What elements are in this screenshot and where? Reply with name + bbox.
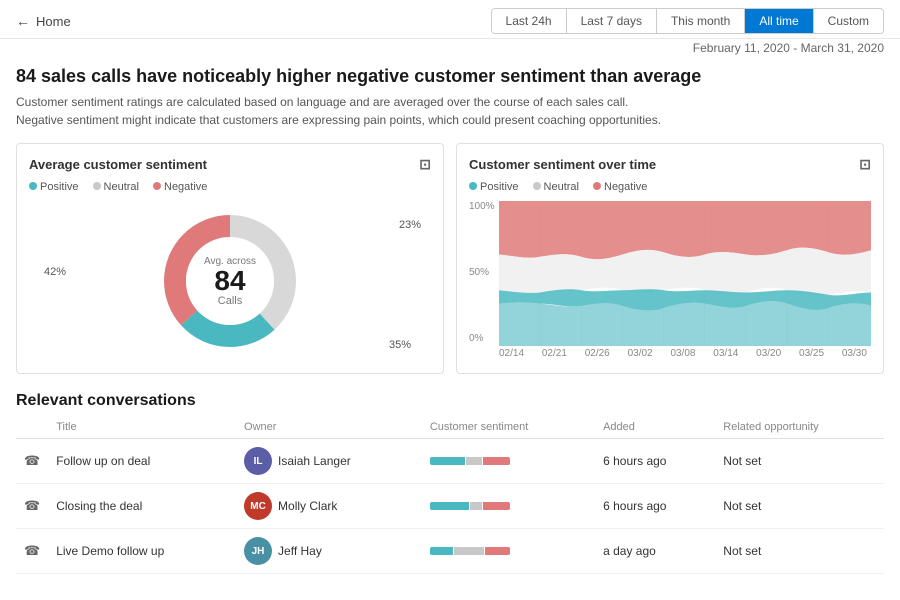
export-icon-2[interactable]: ⊡: [859, 156, 871, 173]
y-axis: 100% 50% 0%: [469, 201, 499, 346]
call-icon: ☎: [24, 498, 40, 513]
sentiment-bar: [430, 457, 510, 465]
sb-neutral: [466, 457, 482, 465]
pct-neutral: 35%: [389, 339, 411, 351]
table-row[interactable]: ☎ Live Demo follow up JH Jeff Hay a day …: [16, 529, 884, 574]
call-icon: ☎: [24, 543, 40, 558]
owner-name: Isaiah Langer: [278, 454, 351, 468]
avg-sentiment-title: Average customer sentiment ⊡: [29, 156, 431, 173]
owner-avatar: IL: [244, 447, 272, 475]
call-icon: ☎: [24, 453, 40, 468]
filter-custom[interactable]: Custom: [814, 9, 883, 33]
donut-svg: [150, 201, 310, 361]
positive-dot: [29, 182, 37, 190]
home-label: Home: [36, 14, 71, 29]
col-title: Title: [48, 416, 236, 439]
sb-neutral: [470, 502, 482, 510]
conv-sentiment: [422, 439, 595, 484]
table-body: ☎ Follow up on deal IL Isaiah Langer 6 h…: [16, 439, 884, 574]
call-icon-cell: ☎: [16, 484, 48, 529]
over-time-title: Customer sentiment over time ⊡: [469, 156, 871, 173]
conv-sentiment: [422, 529, 595, 574]
main-heading: 84 sales calls have noticeably higher ne…: [0, 55, 900, 133]
sb-positive: [430, 502, 469, 510]
neutral-dot: [93, 182, 101, 190]
export-icon[interactable]: ⊡: [419, 156, 431, 173]
avg-legend: Positive Neutral Negative: [29, 181, 431, 193]
sb-neutral: [454, 547, 484, 555]
owner-avatar: JH: [244, 537, 272, 565]
negative-dot: [153, 182, 161, 190]
conversations-section: Relevant conversations Title Owner Custo…: [0, 384, 900, 578]
sentiment-over-time-card: Customer sentiment over time ⊡ Positive …: [456, 143, 884, 374]
sb-positive: [430, 547, 453, 555]
sb-negative: [483, 502, 510, 510]
ot-neutral-dot: [533, 182, 541, 190]
conv-added: 6 hours ago: [595, 439, 715, 484]
sentiment-bar: [430, 502, 510, 510]
conv-added: 6 hours ago: [595, 484, 715, 529]
time-filter-group: Last 24h Last 7 days This month All time…: [491, 8, 884, 34]
filter-last24h[interactable]: Last 24h: [492, 9, 567, 33]
pct-negative: 42%: [44, 266, 66, 278]
pct-positive: 23%: [399, 219, 421, 231]
col-opportunity: Related opportunity: [715, 416, 884, 439]
page-title: 84 sales calls have noticeably higher ne…: [16, 65, 884, 88]
call-icon-cell: ☎: [16, 529, 48, 574]
conversations-title: Relevant conversations: [16, 392, 884, 410]
conv-opportunity: Not set: [715, 439, 884, 484]
conv-opportunity: Not set: [715, 529, 884, 574]
conv-title[interactable]: Closing the deal: [48, 484, 236, 529]
conv-title[interactable]: Follow up on deal: [48, 439, 236, 484]
ot-positive-dot: [469, 182, 477, 190]
conversations-table: Title Owner Customer sentiment Added Rel…: [16, 416, 884, 574]
call-icon-cell: ☎: [16, 439, 48, 484]
conv-added: a day ago: [595, 529, 715, 574]
conv-opportunity: Not set: [715, 484, 884, 529]
sb-negative: [483, 457, 510, 465]
charts-row: Average customer sentiment ⊡ Positive Ne…: [0, 133, 900, 384]
donut-container: Avg. across 84 Calls 23% 42% 35%: [29, 201, 431, 361]
x-axis: 02/14 02/21 02/26 03/02 03/08 03/14 03/2…: [469, 346, 871, 359]
conv-owner: IL Isaiah Langer: [236, 439, 422, 484]
owner-avatar: MC: [244, 492, 272, 520]
ot-negative-dot: [593, 182, 601, 190]
col-sentiment: Customer sentiment: [422, 416, 595, 439]
area-chart-svg: [499, 201, 871, 346]
owner-name: Molly Clark: [278, 499, 337, 513]
filter-alltime[interactable]: All time: [745, 9, 813, 33]
sb-positive: [430, 457, 465, 465]
conv-owner: MC Molly Clark: [236, 484, 422, 529]
date-range: February 11, 2020 - March 31, 2020: [0, 39, 900, 55]
col-added: Added: [595, 416, 715, 439]
description: Customer sentiment ratings are calculate…: [16, 93, 884, 129]
back-arrow-icon: ←: [16, 13, 30, 29]
conv-owner: JH Jeff Hay: [236, 529, 422, 574]
filter-last7days[interactable]: Last 7 days: [567, 9, 657, 33]
table-row[interactable]: ☎ Follow up on deal IL Isaiah Langer 6 h…: [16, 439, 884, 484]
owner-name: Jeff Hay: [278, 544, 322, 558]
home-link[interactable]: ← Home: [16, 13, 71, 29]
avg-sentiment-card: Average customer sentiment ⊡ Positive Ne…: [16, 143, 444, 374]
conv-title[interactable]: Live Demo follow up: [48, 529, 236, 574]
conv-sentiment: [422, 484, 595, 529]
col-owner: Owner: [236, 416, 422, 439]
table-row[interactable]: ☎ Closing the deal MC Molly Clark 6 hour…: [16, 484, 884, 529]
sentiment-bar: [430, 547, 510, 555]
filter-thismonth[interactable]: This month: [657, 9, 745, 33]
top-bar: ← Home Last 24h Last 7 days This month A…: [0, 0, 900, 39]
sb-negative: [485, 547, 510, 555]
table-header: Title Owner Customer sentiment Added Rel…: [16, 416, 884, 439]
area-chart-svg-wrap: [499, 201, 871, 346]
over-time-legend: Positive Neutral Negative: [469, 181, 871, 193]
